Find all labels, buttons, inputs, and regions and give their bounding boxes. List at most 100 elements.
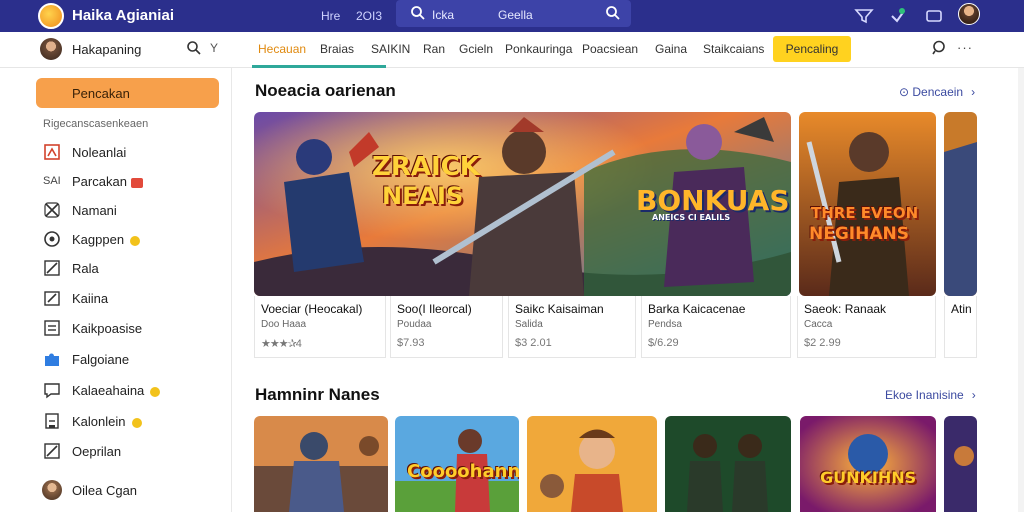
game-tile[interactable] [665, 416, 791, 512]
game-logo-subtext: ANEICS CI EALILS [652, 213, 731, 222]
sidebar-section-title: Rigecanscasenkeaen [43, 118, 149, 130]
filter-icon[interactable] [854, 6, 874, 26]
see-more-link[interactable]: ⊙ Dencaein › [899, 85, 975, 99]
tab-8[interactable]: Gaina [655, 42, 687, 56]
game-artwork [800, 416, 936, 512]
top-label-1[interactable]: Hre [321, 9, 340, 23]
card-title: Soo(I Ileorcal) [397, 302, 472, 316]
sidebar-item-4[interactable]: Kagppen [40, 227, 220, 251]
game-card[interactable]: Saikc Kaisaiman Salida $3 2.01 [508, 296, 636, 358]
sidebar-item-3[interactable]: Namani [40, 198, 220, 222]
game-tile[interactable] [254, 416, 388, 512]
avatar[interactable] [42, 480, 62, 500]
message-icon [44, 383, 60, 399]
sidebar-item-1[interactable]: Noleanlai [40, 140, 220, 164]
more-icon[interactable]: ··· [957, 40, 973, 55]
sidebar-item-prefix: SAI [43, 175, 61, 187]
game-card[interactable]: Soo(I Ileorcal) Poudaa $7.93 [390, 296, 503, 358]
scrollbar[interactable] [1018, 68, 1024, 512]
section-title: Hamninr Nanes [255, 385, 380, 404]
tab-3[interactable]: SAIKIN [371, 42, 410, 56]
card-subtitle: Poudaa [397, 319, 432, 330]
game-card[interactable]: Atin [944, 296, 977, 358]
top-bar: Haika Agianiai Hre 2OI3 Icka Geella [0, 0, 1024, 32]
sidebar-item-5[interactable]: Rala [40, 256, 220, 280]
sidebar-item-label: Oeprilan [72, 444, 122, 459]
chevron-down-icon[interactable]: Y [210, 41, 218, 55]
sidebar-item-10[interactable]: Kalonlein [40, 409, 220, 433]
top-search-bar[interactable]: Icka Geella [396, 0, 631, 27]
game-tile[interactable]: Coooohann [395, 416, 519, 512]
cross-icon [44, 202, 60, 218]
game-tile[interactable] [944, 112, 977, 296]
tab-1[interactable]: Hecauan [258, 42, 306, 56]
chevron-right-icon: › [971, 85, 976, 99]
top-label-2[interactable]: 2OI3 [356, 9, 382, 23]
game-logo-text: Coooohann [407, 461, 519, 482]
game-tile[interactable] [527, 416, 657, 512]
search-text-2: Geella [498, 8, 533, 22]
card-title: Atin [951, 302, 972, 316]
puzzle-icon [45, 353, 59, 366]
card-price: $3 2.01 [515, 337, 552, 349]
cta-button[interactable]: Pencaling [773, 36, 851, 62]
edit-icon [44, 443, 60, 459]
sidebar-item-label: Noleanlai [72, 145, 127, 160]
window-icon[interactable] [924, 6, 944, 26]
pencil-icon [44, 260, 60, 276]
flag-icon [44, 144, 60, 160]
tab-4[interactable]: Ran [423, 42, 445, 56]
nav-bar: Hakapaning Y Hecauan Braias SAIKIN Ran G… [0, 32, 1024, 68]
search-icon[interactable] [932, 40, 948, 56]
game-card[interactable]: Saeok: Ranaak Cacca $2 2.99 [797, 296, 936, 358]
game-logo-text: NEAIS [382, 182, 464, 210]
status-badge [150, 386, 161, 397]
game-logo-text: GUNKIHNS [820, 468, 917, 487]
sidebar-item-7[interactable]: Kaikpoasise [40, 316, 220, 340]
sidebar-item-label: Pencakan [72, 86, 130, 101]
game-logo-text: THRE EVEON [811, 204, 919, 222]
sidebar-item-6[interactable]: Kaiina [40, 286, 220, 310]
game-card[interactable]: Voeciar (Heocakal) Doo Haaa ★★★✰4 [254, 296, 386, 358]
game-tile[interactable]: THRE EVEON NEGIHANS [799, 112, 936, 296]
game-artwork [527, 416, 657, 512]
chevron-right-icon: › [971, 388, 976, 402]
tab-5[interactable]: Gcieln [459, 42, 493, 56]
game-tile[interactable] [944, 416, 977, 512]
sidebar: Pencakan Rigecanscasenkeaen Noleanlai SA… [0, 68, 232, 512]
sidebar-item-11[interactable]: Oeprilan [40, 439, 220, 463]
sidebar-footer-label[interactable]: Oilea Cgan [72, 483, 137, 498]
tab-6[interactable]: Ponkauringa [505, 42, 572, 56]
user-name[interactable]: Hakapaning [72, 42, 141, 57]
game-tile[interactable]: GUNKIHNS [800, 416, 936, 512]
featured-banner[interactable]: ZRAICK NEAIS BONKUAS ANEICS CI EALILS [254, 112, 791, 296]
card-subtitle: Doo Haaa [261, 319, 307, 330]
sidebar-item-2[interactable]: SAI Parcakan [40, 169, 220, 193]
tab-9[interactable]: Staikcaians [703, 42, 764, 56]
sidebar-item-8[interactable]: Falgoiane [40, 347, 220, 371]
game-artwork [944, 416, 977, 512]
see-more-link[interactable]: Ekoe Inanisine › [885, 388, 976, 402]
circle-icon [44, 231, 60, 247]
edit-icon [44, 291, 60, 306]
tab-2[interactable]: Braias [320, 42, 354, 56]
sidebar-item-9[interactable]: Kalaeahaina [40, 378, 220, 402]
sidebar-item-label: Kaiina [72, 291, 109, 306]
profile-avatar[interactable] [958, 3, 980, 25]
search-icon[interactable] [186, 40, 202, 56]
game-artwork [665, 416, 791, 512]
card-title: Voeciar (Heocakal) [261, 302, 363, 316]
puzzle-icon[interactable] [888, 6, 908, 26]
search-icon[interactable] [605, 5, 621, 21]
game-card[interactable]: Barka Kaicacenae Pendsa $/6.29 [641, 296, 791, 358]
sidebar-item-label: Kalaeahaina [72, 383, 145, 398]
card-price: $/6.29 [648, 337, 679, 349]
avatar[interactable] [40, 38, 62, 60]
card-price: $2 2.99 [804, 337, 841, 349]
card-subtitle: Cacca [804, 319, 833, 330]
tab-7[interactable]: Poacsiean [582, 42, 638, 56]
sidebar-item-label: Kalonlein [72, 414, 126, 429]
status-badge [131, 417, 142, 428]
game-artwork [944, 112, 977, 296]
app-logo[interactable] [38, 3, 64, 29]
